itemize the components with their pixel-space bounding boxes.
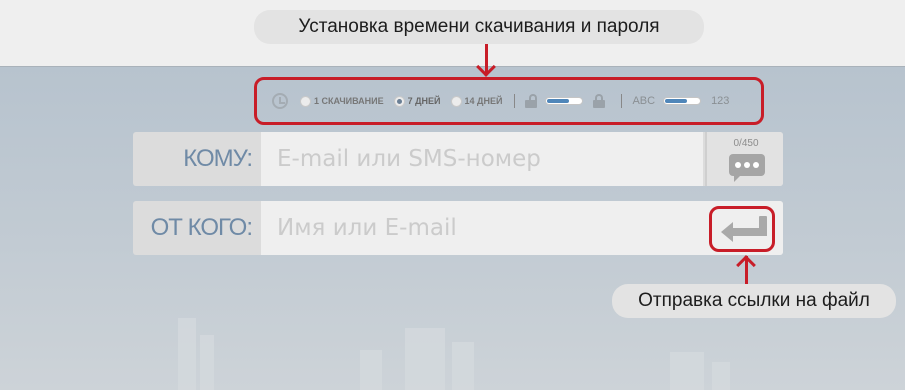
time-password-callout: Установка времени скачивания и пароля (254, 10, 704, 44)
option-14-days[interactable]: 14 ДНЕЙ (450, 95, 503, 107)
option-label: 14 ДНЕЙ (464, 96, 503, 106)
numeric-label: 123 (711, 95, 730, 107)
password-slider-fill (547, 99, 570, 103)
send-highlight (709, 206, 775, 252)
recipient-input[interactable] (261, 132, 703, 186)
sms-bubble-icon (729, 154, 765, 182)
option-label: 1 СКАЧИВАНИЕ (314, 96, 384, 106)
send-link-callout: Отправка ссылки на файл (612, 284, 896, 318)
password-strength-slider[interactable] (545, 97, 584, 105)
charset-slider[interactable] (663, 97, 702, 105)
alphabet-label: ABC (632, 95, 656, 107)
divider (621, 94, 623, 108)
download-options-bar: 1 СКАЧИВАНИЕ 7 ДНЕЙ 14 ДНЕЙ ABC 123 (272, 89, 737, 113)
option-label: 7 ДНЕЙ (407, 96, 441, 106)
option-7-days[interactable]: 7 ДНЕЙ (393, 95, 441, 107)
character-counter: 0/450 (733, 138, 759, 149)
lock-open-icon (525, 94, 538, 108)
sender-input[interactable] (261, 201, 783, 255)
sms-button[interactable]: 0/450 (705, 132, 783, 186)
option-1-download[interactable]: 1 СКАЧИВАНИЕ (300, 95, 384, 107)
sender-label: ОТ КОГО: (150, 214, 253, 241)
sender-row: ОТ КОГО: (133, 201, 783, 255)
radio-7-days[interactable] (393, 95, 405, 107)
lock-closed-icon (593, 94, 606, 108)
clock-icon (272, 93, 288, 109)
charset-slider-fill (665, 99, 688, 103)
recipient-row: КОМУ: 0/450 (133, 132, 783, 186)
recipient-label: КОМУ: (183, 145, 253, 172)
radio-1-download[interactable] (300, 95, 311, 107)
radio-14-days[interactable] (450, 95, 462, 107)
divider (514, 94, 516, 108)
